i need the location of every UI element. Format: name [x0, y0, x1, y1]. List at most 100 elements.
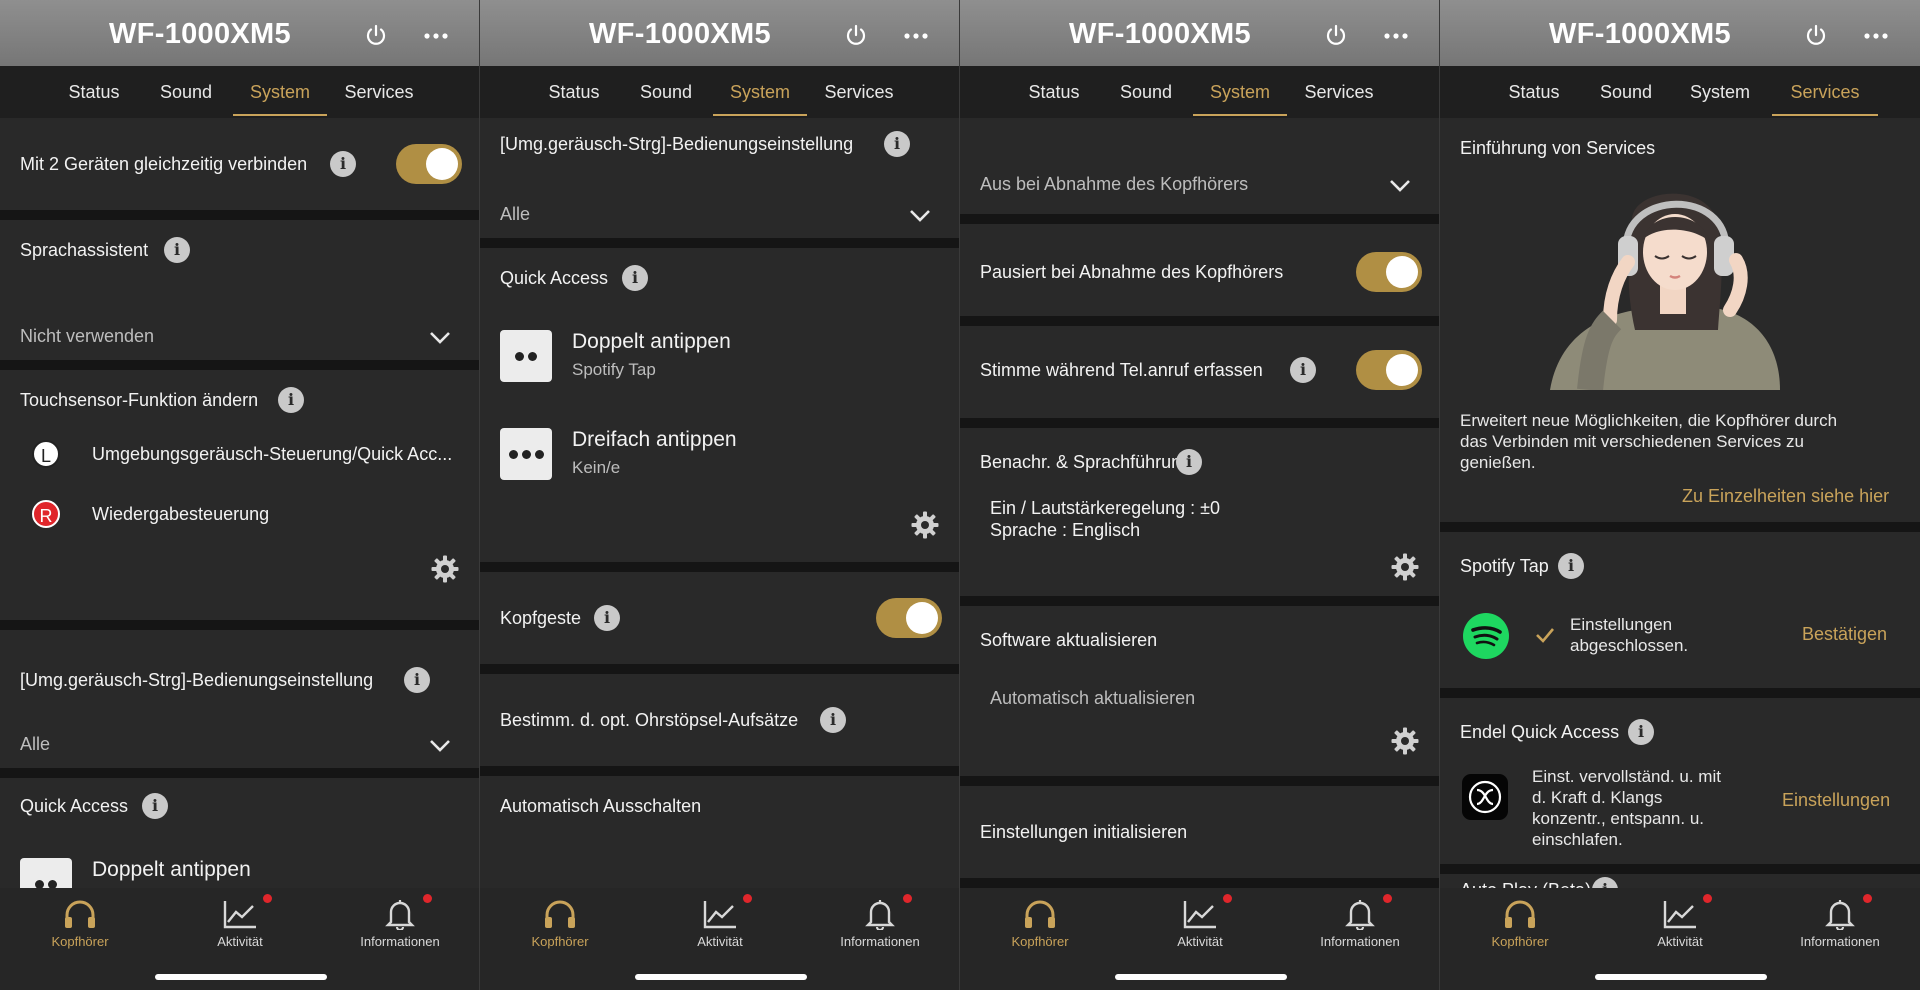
more-icon[interactable]: [1382, 24, 1410, 48]
more-icon[interactable]: [1862, 24, 1890, 48]
services-intro-card: Einführung von Services Erweitert neue M…: [1440, 118, 1920, 522]
nav-activity[interactable]: Aktivität: [660, 898, 780, 958]
info-icon[interactable]: i: [142, 793, 168, 819]
nav-headphones[interactable]: Kopfhörer: [980, 898, 1100, 958]
power-icon[interactable]: [844, 24, 868, 48]
tab-services[interactable]: Services: [336, 66, 422, 118]
spotify-confirm-button[interactable]: Bestätigen: [1802, 624, 1887, 645]
ambient-setting-value[interactable]: Alle: [500, 204, 530, 225]
info-icon[interactable]: i: [1592, 877, 1618, 888]
ambient-setting-value[interactable]: Alle: [20, 734, 50, 755]
double-tap-label[interactable]: Doppelt antippen: [572, 330, 731, 354]
tab-system[interactable]: System: [233, 66, 327, 118]
multipoint-toggle[interactable]: [396, 144, 462, 184]
tab-services[interactable]: Services: [816, 66, 902, 118]
bell-icon: [1825, 900, 1855, 930]
activity-badge: [263, 894, 272, 903]
double-tap-label[interactable]: Doppelt antippen: [92, 858, 251, 882]
content: Mit 2 Geräten gleichzeitig verbinden i S…: [0, 118, 479, 888]
quick-access-label: Quick Access: [500, 268, 609, 288]
info-icon[interactable]: i: [330, 151, 356, 177]
double-tap-icon: [20, 858, 72, 888]
nav-activity[interactable]: Aktivität: [180, 898, 300, 958]
tab-system[interactable]: System: [1673, 66, 1767, 118]
headphones-icon: [1025, 900, 1055, 928]
endel-label: Endel Quick Access: [1460, 722, 1620, 742]
nav-info[interactable]: Informationen: [1780, 898, 1900, 958]
chevron-down-icon[interactable]: [908, 208, 932, 224]
nav-info[interactable]: Informationen: [1300, 898, 1420, 958]
nav-headphones[interactable]: Kopfhörer: [1460, 898, 1580, 958]
bell-icon: [865, 900, 895, 930]
gear-icon[interactable]: [1390, 552, 1420, 582]
chevron-down-icon[interactable]: [428, 330, 452, 346]
tab-sound[interactable]: Sound: [628, 66, 704, 118]
tab-services[interactable]: Services: [1296, 66, 1382, 118]
endel-description-line: Einst. vervollständ. u. mit: [1532, 767, 1721, 786]
chevron-down-icon[interactable]: [1388, 178, 1412, 194]
details-link[interactable]: Zu Einzelheiten siehe hier: [1682, 486, 1889, 507]
nav-info[interactable]: Informationen: [820, 898, 940, 958]
power-icon[interactable]: [1324, 24, 1348, 48]
capture-voice-card: Stimme während Tel.anruf erfassen i: [960, 326, 1439, 418]
spotify-tap-card: Spotify Tap i Einstellungen abgeschlosse…: [1440, 532, 1920, 688]
tab-sound[interactable]: Sound: [1108, 66, 1184, 118]
info-icon[interactable]: i: [622, 265, 648, 291]
divider: [480, 664, 959, 674]
tab-sound[interactable]: Sound: [1588, 66, 1664, 118]
triple-tap-label[interactable]: Dreifach antippen: [572, 428, 737, 452]
tab-sound[interactable]: Sound: [148, 66, 224, 118]
info-icon[interactable]: i: [404, 667, 430, 693]
screen-system-1: WF-1000XM5 Status Sound System Services …: [0, 0, 480, 990]
nav-activity[interactable]: Aktivität: [1620, 898, 1740, 958]
nav-activity-label: Aktivität: [697, 934, 743, 949]
info-icon[interactable]: i: [278, 387, 304, 413]
eartip-label[interactable]: Bestimm. d. opt. Ohrstöpsel-Aufsätze: [500, 710, 798, 731]
info-icon[interactable]: i: [884, 131, 910, 157]
power-icon[interactable]: [364, 24, 388, 48]
power-icon[interactable]: [1804, 24, 1828, 48]
nav-info[interactable]: Informationen: [340, 898, 460, 958]
screen-services: WF-1000XM5 Status Sound System Services …: [1440, 0, 1920, 990]
tab-status[interactable]: Status: [1496, 66, 1572, 118]
home-indicator: [635, 974, 807, 980]
gear-icon[interactable]: [910, 510, 940, 540]
endel-description: Einst. vervollständ. u. mit d. Kraft d. …: [1532, 766, 1721, 850]
auto-off-card: Aus bei Abnahme des Kopfhörers: [960, 118, 1439, 214]
info-icon[interactable]: i: [820, 707, 846, 733]
divider: [480, 766, 959, 776]
info-icon[interactable]: i: [164, 237, 190, 263]
tab-status[interactable]: Status: [56, 66, 132, 118]
info-icon[interactable]: i: [1628, 719, 1654, 745]
tab-system[interactable]: System: [713, 66, 807, 118]
pause-toggle[interactable]: [1356, 252, 1422, 292]
activity-chart-icon: [223, 901, 256, 929]
more-icon[interactable]: [422, 24, 450, 48]
ambient-setting-card: [Umg.geräusch-Strg]-Bedienungseinstellun…: [480, 118, 959, 238]
head-gesture-toggle[interactable]: [876, 598, 942, 638]
gear-icon[interactable]: [430, 554, 460, 584]
info-icon[interactable]: i: [1558, 553, 1584, 579]
gear-icon[interactable]: [1390, 726, 1420, 756]
reset-label[interactable]: Einstellungen initialisieren: [980, 822, 1187, 843]
nav-activity[interactable]: Aktivität: [1140, 898, 1260, 958]
voice-assistant-value[interactable]: Nicht verwenden: [20, 326, 154, 347]
tab-status[interactable]: Status: [536, 66, 612, 118]
auto-off-value[interactable]: Aus bei Abnahme des Kopfhörers: [980, 174, 1248, 195]
chevron-down-icon[interactable]: [428, 738, 452, 754]
reset-card[interactable]: Einstellungen initialisieren: [960, 786, 1439, 878]
right-earbud-icon: R: [32, 500, 60, 528]
nav-headphones[interactable]: Kopfhörer: [20, 898, 140, 958]
nav-headphones[interactable]: Kopfhörer: [500, 898, 620, 958]
head-gesture-card: Kopfgeste i: [480, 572, 959, 664]
info-icon[interactable]: i: [594, 605, 620, 631]
more-icon[interactable]: [902, 24, 930, 48]
tab-services[interactable]: Services: [1772, 66, 1878, 118]
capture-voice-toggle[interactable]: [1356, 350, 1422, 390]
info-icon[interactable]: i: [1176, 449, 1202, 475]
services-intro-line: genießen.: [1460, 453, 1536, 472]
tab-status[interactable]: Status: [1016, 66, 1092, 118]
tab-system[interactable]: System: [1193, 66, 1287, 118]
info-icon[interactable]: i: [1290, 357, 1316, 383]
endel-settings-button[interactable]: Einstellungen: [1782, 790, 1890, 811]
